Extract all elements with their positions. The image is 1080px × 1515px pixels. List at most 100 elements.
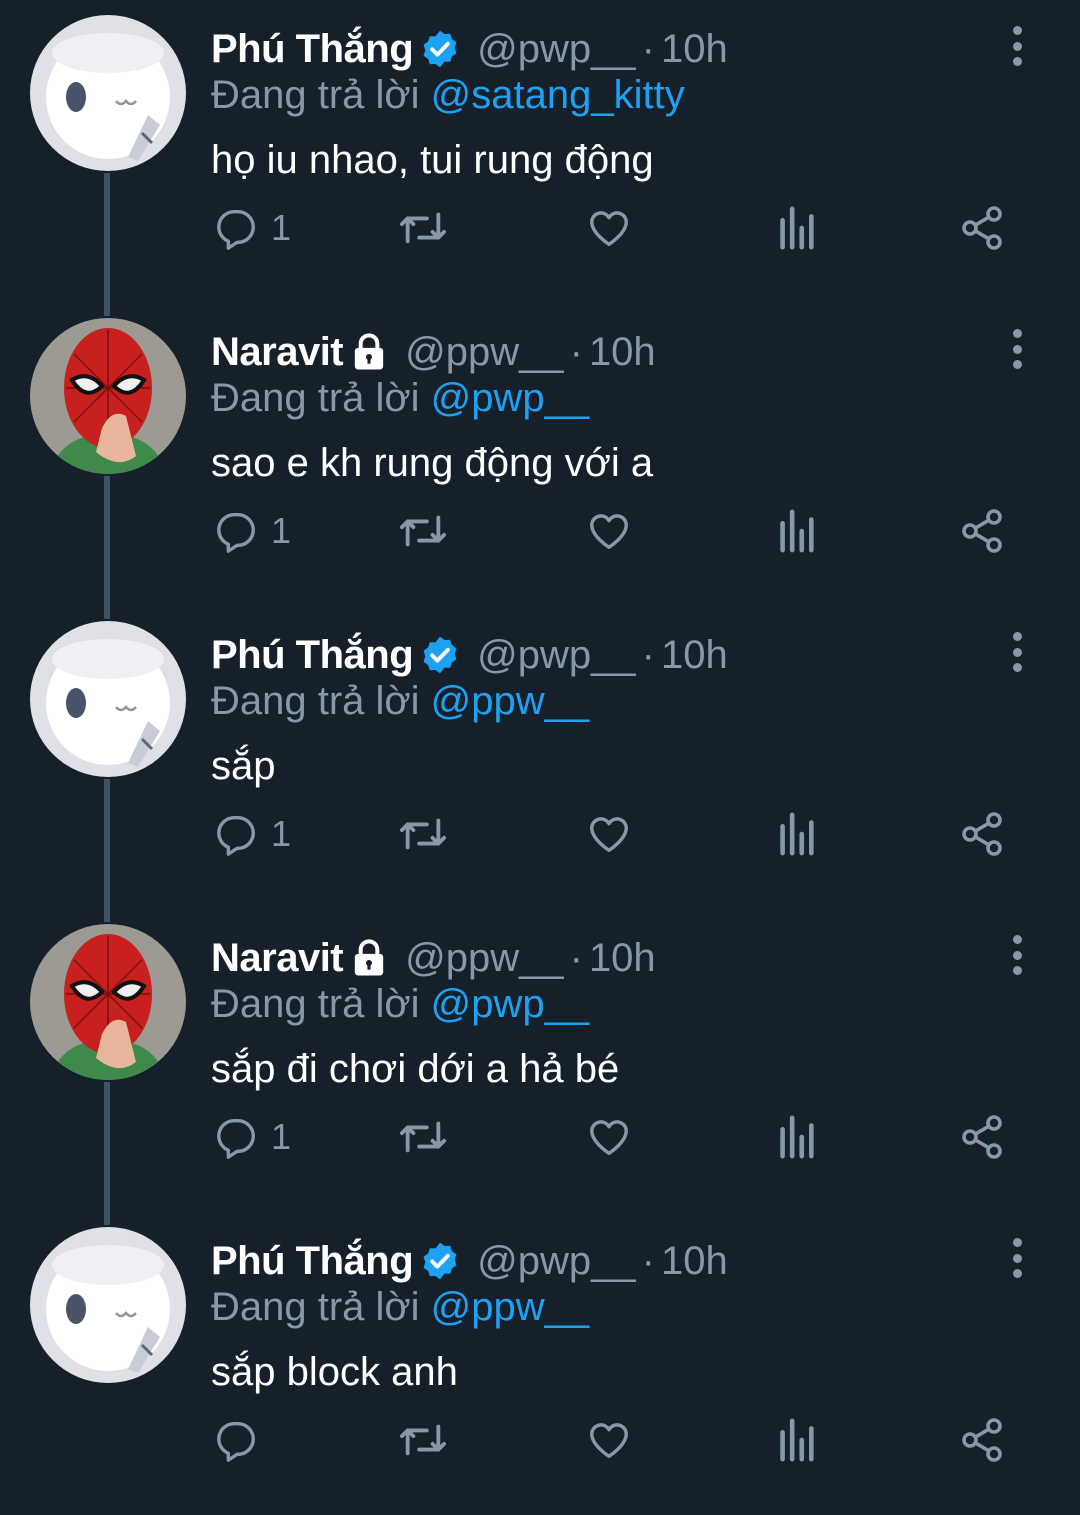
tweet-header: Naravit @ppw__ · 10h	[211, 933, 656, 983]
heart-icon	[590, 1120, 628, 1156]
retweet-icon	[400, 1424, 447, 1456]
display-name[interactable]: Phú Thắng	[211, 633, 414, 678]
lock-icon	[349, 938, 389, 978]
tweet-actions: 1	[0, 804, 1080, 864]
tweet-header: Phú Thắng @pwp__ · 10h	[211, 1236, 728, 1286]
heart-icon	[590, 817, 628, 853]
retweet-button[interactable]	[396, 804, 450, 864]
share-button[interactable]	[958, 1410, 1006, 1470]
mention-link[interactable]: @ppw__	[431, 1285, 589, 1329]
analytics-button[interactable]	[774, 501, 818, 561]
share-button[interactable]	[958, 198, 1006, 258]
timestamp[interactable]: 10h	[661, 1239, 728, 1284]
analytics-icon	[780, 509, 814, 553]
like-button[interactable]	[585, 501, 633, 561]
tweet-actions: 1	[0, 501, 1080, 561]
like-button[interactable]	[585, 804, 633, 864]
retweet-button[interactable]	[396, 1410, 450, 1470]
reply-icon	[217, 1118, 255, 1159]
retweet-button[interactable]	[396, 1107, 450, 1167]
tweet-text: sao e kh rung động với a	[211, 441, 654, 485]
retweet-icon	[400, 515, 447, 547]
share-icon	[962, 509, 1002, 553]
share-button[interactable]	[958, 501, 1006, 561]
avatar[interactable]	[30, 1227, 186, 1383]
lock-icon	[349, 332, 389, 372]
analytics-icon	[780, 812, 814, 856]
analytics-button[interactable]	[774, 198, 818, 258]
replying-to: Đang trả lời @ppw__	[211, 1285, 589, 1330]
like-button[interactable]	[585, 1410, 633, 1470]
reply-count: 1	[271, 813, 292, 854]
reply-button[interactable]: 1	[213, 501, 291, 561]
username: @ppw__	[405, 329, 564, 374]
avatar[interactable]	[30, 621, 186, 777]
username: @pwp__	[477, 1238, 636, 1283]
replying-to: Đang trả lời @ppw__	[211, 679, 589, 724]
analytics-icon	[780, 206, 814, 250]
replying-to-label: Đang trả lời	[211, 73, 420, 117]
share-icon	[962, 1418, 1002, 1462]
like-button[interactable]	[585, 1107, 633, 1167]
share-button[interactable]	[958, 1107, 1006, 1167]
more-options-icon[interactable]	[1002, 1238, 1032, 1278]
retweet-icon	[400, 212, 447, 244]
avatar[interactable]	[30, 15, 186, 171]
like-button[interactable]	[585, 198, 633, 258]
timestamp[interactable]: 10h	[589, 936, 656, 981]
replying-to: Đang trả lời @pwp__	[211, 376, 589, 421]
tweet[interactable]: Naravit @ppw__ · 10h Đang trả lời @pwp__…	[0, 303, 1080, 606]
more-options-icon[interactable]	[1002, 329, 1032, 369]
separator-dot: ·	[569, 935, 583, 980]
tweet[interactable]: Naravit @ppw__ · 10h Đang trả lời @pwp__…	[0, 909, 1080, 1212]
display-name[interactable]: Phú Thắng	[211, 1239, 414, 1284]
separator-dot: ·	[641, 1238, 655, 1283]
analytics-button[interactable]	[774, 1107, 818, 1167]
analytics-icon	[780, 1115, 814, 1159]
tweet[interactable]: Phú Thắng @pwp__ · 10h Đang trả lời @ppw…	[0, 606, 1080, 909]
reply-icon	[217, 815, 255, 856]
reply-button[interactable]: 1	[213, 198, 291, 258]
tweet-header: Naravit @ppw__ · 10h	[211, 327, 656, 377]
display-name[interactable]: Naravit	[211, 936, 344, 981]
tweet[interactable]: Phú Thắng @pwp__ · 10h Đang trả lời @sat…	[0, 0, 1080, 303]
avatar[interactable]	[30, 924, 186, 1080]
display-name[interactable]: Phú Thắng	[211, 27, 414, 72]
analytics-button[interactable]	[774, 804, 818, 864]
heart-icon	[590, 514, 628, 550]
reply-button[interactable]	[213, 1410, 271, 1470]
timestamp[interactable]: 10h	[661, 27, 728, 72]
tweet-actions: 1	[0, 1107, 1080, 1167]
share-button[interactable]	[958, 804, 1006, 864]
reply-button[interactable]: 1	[213, 1107, 291, 1167]
more-options-icon[interactable]	[1002, 935, 1032, 975]
mention-link[interactable]: @pwp__	[431, 982, 589, 1026]
analytics-button[interactable]	[774, 1410, 818, 1470]
retweet-icon	[400, 818, 447, 850]
mention-link[interactable]: @pwp__	[431, 376, 589, 420]
more-options-icon[interactable]	[1002, 26, 1032, 66]
mention-link[interactable]: @satang_kitty	[431, 73, 685, 117]
more-options-icon[interactable]	[1002, 632, 1032, 672]
display-name[interactable]: Naravit	[211, 330, 344, 375]
verified-badge-icon	[419, 634, 461, 676]
reply-icon	[217, 512, 255, 553]
analytics-icon	[780, 1418, 814, 1462]
replying-to-label: Đang trả lời	[211, 376, 420, 420]
separator-dot: ·	[641, 632, 655, 677]
tweet-actions: 1	[0, 198, 1080, 258]
retweet-button[interactable]	[396, 501, 450, 561]
verified-badge-icon	[419, 1240, 461, 1282]
timestamp[interactable]: 10h	[661, 633, 728, 678]
tweet[interactable]: Phú Thắng @pwp__ · 10h Đang trả lời @ppw…	[0, 1212, 1080, 1515]
retweet-button[interactable]	[396, 198, 450, 258]
avatar[interactable]	[30, 318, 186, 474]
tweet-text: sắp block anh	[211, 1350, 458, 1394]
replying-to: Đang trả lời @satang_kitty	[211, 73, 685, 118]
retweet-icon	[400, 1121, 447, 1153]
tweet-header: Phú Thắng @pwp__ · 10h	[211, 24, 728, 74]
tweet-text: họ iu nhao, tui rung động	[211, 138, 654, 182]
mention-link[interactable]: @ppw__	[431, 679, 589, 723]
timestamp[interactable]: 10h	[589, 330, 656, 375]
reply-button[interactable]: 1	[213, 804, 291, 864]
